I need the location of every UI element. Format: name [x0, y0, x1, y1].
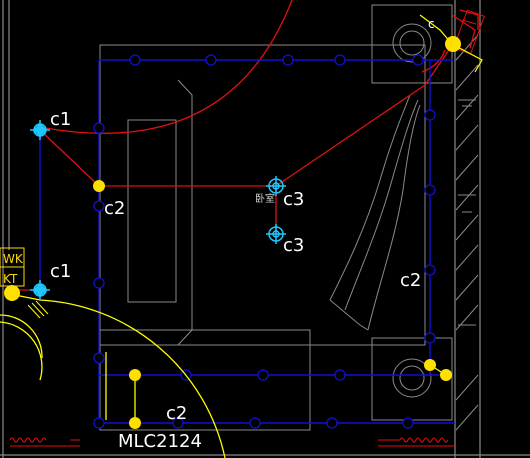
- label-c1-top: c1: [50, 109, 71, 130]
- window-code: MLC2124: [118, 431, 202, 452]
- wiring-nodes: [93, 54, 436, 429]
- junction-bottom-1: [129, 369, 141, 381]
- kt-label: KT: [3, 272, 18, 286]
- blanket-fold-1: [329, 94, 411, 301]
- label-c2-bottom: c2: [166, 403, 187, 424]
- junction-right-2: [440, 369, 452, 381]
- nightstand-top: [371, 4, 453, 84]
- label-c2-right: c2: [400, 270, 421, 291]
- junction-wk-kt: [4, 285, 20, 301]
- label-c3-bottom: c3: [283, 235, 304, 256]
- bed-headboard-edge: [177, 79, 193, 346]
- junction-top-right: [445, 36, 461, 52]
- door-hatch: [27, 300, 49, 319]
- door-arc-left-inner: [0, 314, 43, 359]
- junction-right-1: [424, 359, 436, 371]
- cad-drawing: WK KT c1 c1 c2 c2 c2 c3 c3 c MLC2124 卧室: [0, 0, 530, 458]
- label-c3-top: c3: [283, 189, 304, 210]
- nightstand-bottom: [371, 337, 453, 421]
- cad-floorplan-canvas[interactable]: WK KT c1 c1 c2 c2 c2 c3 c3 c MLC2124 卧室: [0, 0, 530, 458]
- heater-right: [378, 437, 455, 447]
- label-c2-left: c2: [104, 198, 125, 219]
- walls: [0, 0, 530, 458]
- junction-bottom-2: [129, 417, 141, 429]
- fixture-text: 卧室: [255, 192, 275, 205]
- blue-wiring: [39, 59, 455, 424]
- heater-left: [9, 437, 80, 447]
- wk-kt-tag: WK KT: [0, 247, 25, 287]
- fixture-c1-left[interactable]: [30, 280, 50, 300]
- hatched-wall: [455, 34, 479, 431]
- pillow: [127, 119, 177, 303]
- junction-left: [93, 180, 105, 192]
- junctions: [4, 36, 461, 429]
- label-c1-left: c1: [50, 261, 71, 282]
- blanket-fold-3: [367, 104, 421, 331]
- lamp-top-outer: [392, 23, 432, 63]
- swing-arc: [44, 0, 293, 134]
- red-circuits: [8, 0, 479, 291]
- door-arcs: [0, 293, 447, 458]
- label-c-corner: c: [428, 17, 435, 31]
- wk-label: WK: [3, 252, 24, 266]
